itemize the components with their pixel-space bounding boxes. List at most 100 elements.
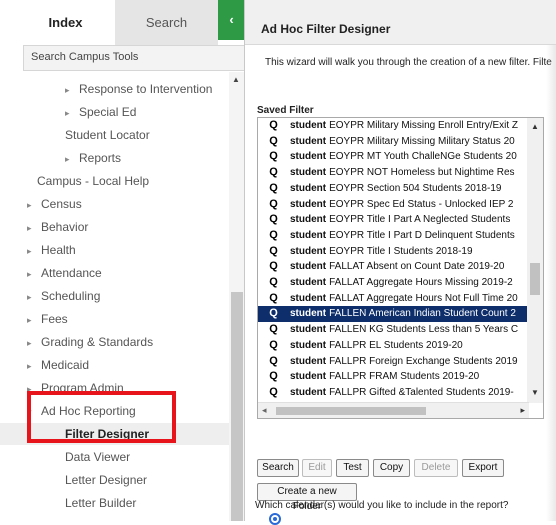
nav-item[interactable]: ▸ Special Ed — [0, 101, 229, 123]
saved-filter-label: Saved Filter — [257, 105, 314, 116]
filter-name: FALLAT Aggregate Hours Not Full Time 20 — [329, 292, 518, 304]
filter-list-item[interactable]: Qstudent FALLPR Gifted &Talented Students… — [258, 385, 529, 401]
filter-name: EOYPR Title I Students 2018-19 — [329, 245, 473, 257]
filter-list-item[interactable]: Qstudent FALLPR EL Students 2019-20 — [258, 338, 529, 354]
nav-item-label: Health — [41, 243, 76, 257]
filter-prefix: student — [290, 277, 327, 288]
scroll-right-arrow-icon[interactable]: ▸ — [520, 405, 525, 416]
horizontal-scroll-thumb[interactable] — [276, 407, 426, 415]
filter-list-item[interactable]: Qstudent EOYPR Title I Part A Neglected S… — [258, 212, 529, 228]
nav-item[interactable]: ▸ Medicaid — [0, 354, 229, 376]
collapsed-arrow-icon: ▸ — [27, 361, 32, 371]
copy-button[interactable]: Copy — [373, 459, 410, 477]
search-magnifier-icon: Q — [269, 150, 278, 163]
nav-item[interactable]: ▾ Ad Hoc Reporting — [0, 400, 229, 422]
filter-list-item[interactable]: Qstudent EOYPR Title I Students 2018-19 — [258, 244, 529, 260]
collapsed-arrow-icon: ▸ — [65, 108, 70, 118]
filter-list-item[interactable]: Qstudent FALLAT Aggregate Hours Not Full … — [258, 291, 529, 307]
nav-item[interactable]: Data Viewer — [0, 446, 229, 468]
nav-item[interactable]: ▸ Reports — [0, 147, 229, 169]
search-magnifier-icon: Q — [269, 339, 278, 352]
test-button[interactable]: Test — [336, 459, 369, 477]
filter-designer-panel: Ad Hoc Filter Designer This wizard will … — [245, 0, 556, 525]
nav-item[interactable]: Letter Builder — [0, 492, 229, 514]
collapsed-arrow-icon: ▸ — [27, 384, 32, 394]
filter-list-horizontal-scrollbar[interactable]: ◂ ▸ — [258, 402, 529, 418]
filter-prefix: student — [290, 167, 327, 179]
nav-item[interactable]: Filter Designer — [0, 423, 229, 445]
filter-list-item[interactable]: Qstudent EOYPR MT Youth ChalleNGe Student… — [258, 149, 529, 165]
edit-button[interactable]: Edit — [302, 459, 332, 477]
vertical-scroll-thumb[interactable] — [530, 263, 540, 295]
search-campus-tools-input[interactable]: Search Campus Tools — [23, 45, 244, 71]
filter-list-item[interactable]: Qstudent FALLEN American Indian Student C… — [258, 306, 529, 323]
nav-item[interactable]: ▸ Behavior — [0, 216, 229, 238]
filter-list-item[interactable]: Qstudent EOYPR Title I Part D Delinquent … — [258, 228, 529, 244]
scroll-left-arrow-icon[interactable]: ◂ — [262, 405, 267, 416]
delete-button[interactable]: Delete — [414, 459, 458, 477]
filter-prefix: student — [290, 198, 327, 210]
nav-item[interactable]: ▸ Scheduling — [0, 285, 229, 307]
collapsed-arrow-icon: ▸ — [27, 292, 32, 302]
scroll-up-arrow-icon[interactable]: ▲ — [232, 75, 240, 84]
nav-item-label: Letter Builder — [65, 496, 137, 510]
nav-item-label: Program Admin — [41, 381, 124, 395]
filter-prefix: student — [290, 151, 327, 163]
nav-item-label: Campus - Local Help — [37, 174, 150, 188]
nav-item[interactable]: Campus - Local Help — [0, 170, 229, 192]
collapsed-arrow-icon: ▸ — [27, 246, 32, 256]
nav-item[interactable]: ▸ Response to Intervention — [0, 78, 229, 100]
search-button[interactable]: Search — [257, 459, 299, 477]
collapsed-arrow-icon: ▸ — [65, 85, 70, 95]
nav-item[interactable]: ▸ Attendance — [0, 262, 229, 284]
filter-prefix: student — [290, 339, 327, 351]
filter-prefix: student — [290, 245, 327, 257]
search-magnifier-icon: Q — [269, 292, 278, 305]
nav-item-label: Filter Designer — [65, 427, 150, 441]
search-magnifier-icon: Q — [269, 323, 278, 336]
filter-list-item[interactable]: Qstudent EOYPR NOT Homeless but Nightime … — [258, 165, 529, 181]
panel-header: Ad Hoc Filter Designer — [245, 0, 556, 45]
search-magnifier-icon: Q — [269, 213, 278, 226]
filter-list-item[interactable]: Qstudent EOYPR Spec Ed Status - Unlocked … — [258, 197, 529, 213]
filter-list-item[interactable]: Qstudent EOYPR Section 504 Students 2018-… — [258, 181, 529, 197]
filter-list-item[interactable]: Qstudent FALLAT Absent on Count Date 2019… — [258, 259, 529, 275]
filter-prefix: student — [290, 355, 327, 367]
filter-name: EOYPR Spec Ed Status - Unlocked IEP 2 — [329, 198, 514, 210]
nav-item[interactable]: ▸ Grading & Standards — [0, 331, 229, 353]
filter-name: FALLPR FRAM Students 2019-20 — [329, 371, 480, 383]
search-magnifier-icon: Q — [269, 260, 278, 273]
filter-prefix: student — [290, 324, 327, 336]
nav-item[interactable]: ▸ Health — [0, 239, 229, 261]
scroll-up-arrow-icon[interactable]: ▲ — [531, 122, 539, 131]
filter-name: FALLPR EL Students 2019-20 — [329, 339, 463, 351]
filter-list-item[interactable]: Qstudent FALLEN KG Students Less than 5 Y… — [258, 322, 529, 338]
filter-list-item[interactable]: Qstudent EOYPR Military Missing Military … — [258, 134, 529, 150]
nav-item[interactable]: Student Locator — [0, 124, 229, 146]
collapse-nav-button[interactable]: ‹ — [218, 0, 244, 40]
filter-name: EOYPR MT Youth ChalleNGe Students 20 — [329, 151, 517, 163]
nav-item-label: Data Viewer — [65, 450, 131, 464]
scroll-down-arrow-icon[interactable]: ▼ — [531, 388, 539, 397]
nav-item-label: Scheduling — [41, 289, 101, 303]
filter-list-item[interactable]: Qstudent FALLAT Aggregate Hours Missing 2… — [258, 275, 529, 291]
nav-item-label: Letter Designer — [65, 473, 148, 487]
nav-item[interactable]: ▸ Program Admin — [0, 377, 229, 399]
filter-list-vertical-scrollbar[interactable]: ▲ ▼ — [527, 118, 543, 403]
tab-search[interactable]: Search — [115, 0, 218, 45]
create-folder-button[interactable]: Create a new Folder — [257, 483, 357, 512]
export-button[interactable]: Export — [462, 459, 504, 477]
filter-list-item[interactable]: Qstudent FALLPR Foreign Exchange Students… — [258, 354, 529, 370]
nav-item[interactable]: Letter Designer — [0, 469, 229, 491]
search-magnifier-icon: Q — [269, 182, 278, 195]
filter-list-item[interactable]: Qstudent EOYPR Military Missing Enroll En… — [258, 118, 529, 134]
nav-scroll-thumb[interactable] — [231, 292, 243, 521]
nav-item-label: Medicaid — [41, 358, 90, 372]
calendar-radio[interactable] — [269, 513, 281, 525]
nav-item[interactable]: ▸ Census — [0, 193, 229, 215]
filter-list-item[interactable]: Qstudent FALLPR FRAM Students 2019-20 — [258, 369, 529, 385]
nav-item[interactable]: ▸ Fees — [0, 308, 229, 330]
tab-index[interactable]: Index — [0, 0, 115, 45]
saved-filter-list[interactable]: Qstudent EOYPR Military Missing Enroll En… — [257, 117, 544, 419]
search-magnifier-icon: Q — [269, 197, 278, 211]
